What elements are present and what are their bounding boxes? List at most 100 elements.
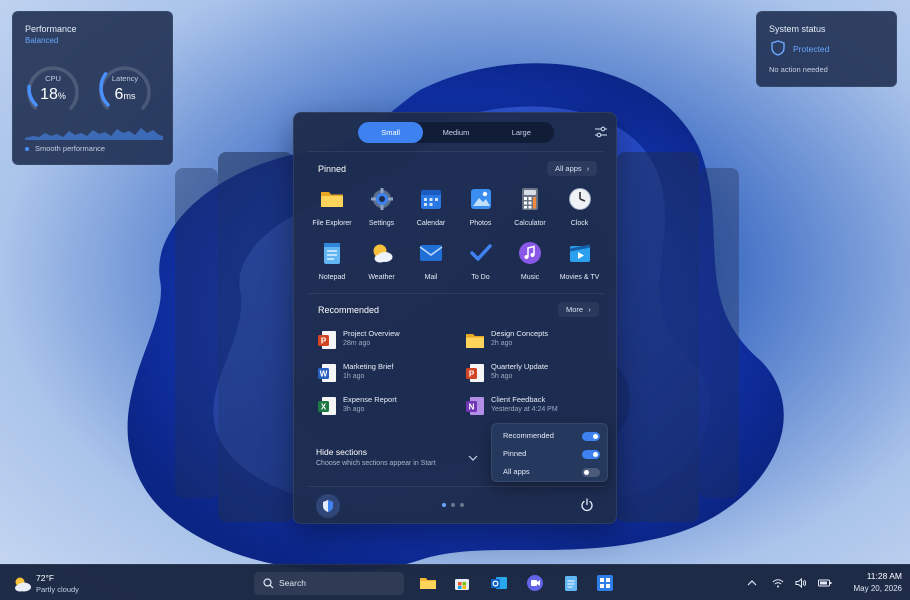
toggle-label: Recommended	[503, 431, 554, 440]
background-window-left	[218, 152, 293, 522]
pinned-app-movies-tv[interactable]: Movies & TV	[555, 241, 605, 281]
toggle-row-all-apps[interactable]: All apps	[503, 465, 600, 479]
toggle-label: Pinned	[503, 449, 527, 458]
pinned-app-weather[interactable]: Weather	[357, 241, 407, 281]
pinned-app-to-do[interactable]: To Do	[456, 241, 506, 281]
search-placeholder: Search	[279, 578, 306, 588]
excel-icon: X	[318, 397, 336, 415]
file-explorer-icon[interactable]	[419, 574, 437, 592]
svg-text:X: X	[321, 403, 327, 412]
shield-user-icon	[323, 500, 333, 512]
toggle-switch[interactable]	[582, 450, 600, 459]
pinned-app-notepad[interactable]: Notepad	[307, 241, 357, 281]
size-option-large[interactable]: Large	[489, 122, 554, 143]
clock[interactable]: 11:28 AM May 20, 2026	[840, 571, 902, 593]
toggle-knob	[593, 452, 598, 457]
recommended-item-time: 2h ago	[491, 340, 513, 347]
pinned-app-clock[interactable]: Clock	[555, 187, 605, 227]
pinned-app-photos[interactable]: Photos	[456, 187, 506, 227]
recommended-item-name: Client Feedback	[491, 395, 546, 404]
pinned-app-calculator[interactable]: Calculator	[505, 187, 555, 227]
chevron-down-icon[interactable]	[468, 454, 478, 462]
pinned-app-mail[interactable]: Mail	[406, 241, 456, 281]
recommended-item[interactable]: N Client Feedback Yesterday at 4:24 PM	[466, 393, 606, 421]
weather-widget[interactable]: 72°F Partly cloudy	[10, 571, 100, 597]
background-window-left-far	[175, 168, 218, 498]
recommended-item[interactable]: Design Concepts 2h ago	[466, 327, 606, 355]
status-dot	[25, 147, 29, 151]
powerpoint-icon: P	[466, 364, 484, 382]
outlook-icon[interactable]	[490, 574, 508, 592]
battery-icon[interactable]	[818, 577, 832, 589]
tune-icon[interactable]	[594, 125, 608, 139]
page-dot[interactable]	[442, 503, 446, 507]
recommended-item[interactable]: X Expense Report 3h ago	[318, 393, 458, 421]
photos-icon	[470, 189, 491, 209]
size-option-small[interactable]: Small	[358, 122, 424, 143]
system-status-title: System status	[769, 24, 826, 34]
pinned-title: Pinned	[318, 164, 347, 174]
pinned-app-label: File Explorer	[312, 220, 352, 227]
weather-icon	[373, 244, 392, 263]
toggle-row-pinned[interactable]: Pinned	[503, 447, 600, 461]
divider	[308, 293, 604, 294]
size-option-medium[interactable]: Medium	[423, 122, 488, 143]
system-status-widget[interactable]: System status Protected No action needed	[756, 11, 897, 87]
system-status-detail: No action needed	[769, 65, 828, 74]
pinned-app-label: Notepad	[318, 274, 346, 281]
search-box[interactable]: Search	[254, 572, 404, 595]
recommended-item-time: 5h ago	[491, 373, 513, 380]
svg-text:N: N	[469, 403, 475, 412]
wifi-icon[interactable]	[772, 577, 784, 589]
recommended-item-name: Expense Report	[343, 395, 397, 404]
toggle-switch[interactable]	[582, 432, 600, 441]
page-dot[interactable]	[451, 503, 455, 507]
hide-sections-row[interactable]: Hide sections Choose which sections appe…	[304, 439, 484, 479]
toggle-knob	[593, 434, 598, 439]
user-avatar[interactable]	[316, 494, 340, 518]
recommended-item-time: 3h ago	[343, 406, 365, 413]
chevron-up-icon[interactable]	[746, 577, 758, 589]
volume-icon[interactable]	[795, 577, 807, 589]
cpu-label: CPU	[45, 74, 61, 83]
taskbar: 72°F Partly cloudy Search 11:28 AM May 2…	[0, 564, 910, 600]
powerpoint-icon: P	[318, 331, 336, 349]
power-icon[interactable]	[580, 498, 594, 512]
all-apps-button[interactable]: All apps ›	[547, 161, 598, 176]
page-dot[interactable]	[460, 503, 464, 507]
notepad-taskbar-icon[interactable]	[562, 574, 580, 592]
pinned-app-file-explorer[interactable]: File Explorer	[307, 187, 357, 227]
toggle-knob	[584, 470, 589, 475]
recommended-item[interactable]: P Project Overview 28m ago	[318, 327, 458, 355]
performance-widget[interactable]: Performance Balanced CPU 18% Latency 6ms…	[12, 11, 173, 165]
performance-status: Smooth performance	[35, 144, 106, 153]
widgets-board-icon[interactable]	[596, 574, 614, 592]
recommended-item-name: Quarterly Update	[491, 362, 549, 371]
divider	[308, 151, 604, 152]
shield-icon	[771, 40, 785, 56]
folder-icon	[466, 334, 484, 348]
folder-icon	[321, 192, 343, 207]
store-icon[interactable]	[453, 574, 471, 592]
pinned-app-music[interactable]: Music	[505, 241, 555, 281]
pinned-app-settings[interactable]: Settings	[357, 187, 407, 227]
toggle-label: All apps	[503, 467, 530, 476]
more-button[interactable]: More ›	[558, 302, 599, 317]
pinned-app-label: To Do	[471, 274, 490, 281]
svg-text:W: W	[320, 370, 328, 379]
calendar-icon	[421, 190, 441, 209]
pinned-app-label: Mail	[424, 274, 438, 281]
hide-sections-subtitle: Choose which sections appear in Start	[316, 460, 436, 467]
word-icon: W	[318, 364, 336, 382]
chevron-right-icon: ›	[588, 305, 591, 314]
toggle-row-recommended[interactable]: Recommended	[503, 429, 600, 443]
svg-text:P: P	[469, 370, 475, 379]
toggle-switch[interactable]	[582, 468, 600, 477]
divider	[308, 486, 604, 487]
pinned-app-calendar[interactable]: Calendar	[406, 187, 456, 227]
recommended-item[interactable]: W Marketing Brief 1h ago	[318, 360, 458, 388]
performance-sparkline	[25, 128, 163, 140]
recommended-item[interactable]: P Quarterly Update 5h ago	[466, 360, 606, 388]
chat-icon[interactable]	[526, 574, 544, 592]
pinned-app-label: Calendar	[416, 220, 446, 227]
